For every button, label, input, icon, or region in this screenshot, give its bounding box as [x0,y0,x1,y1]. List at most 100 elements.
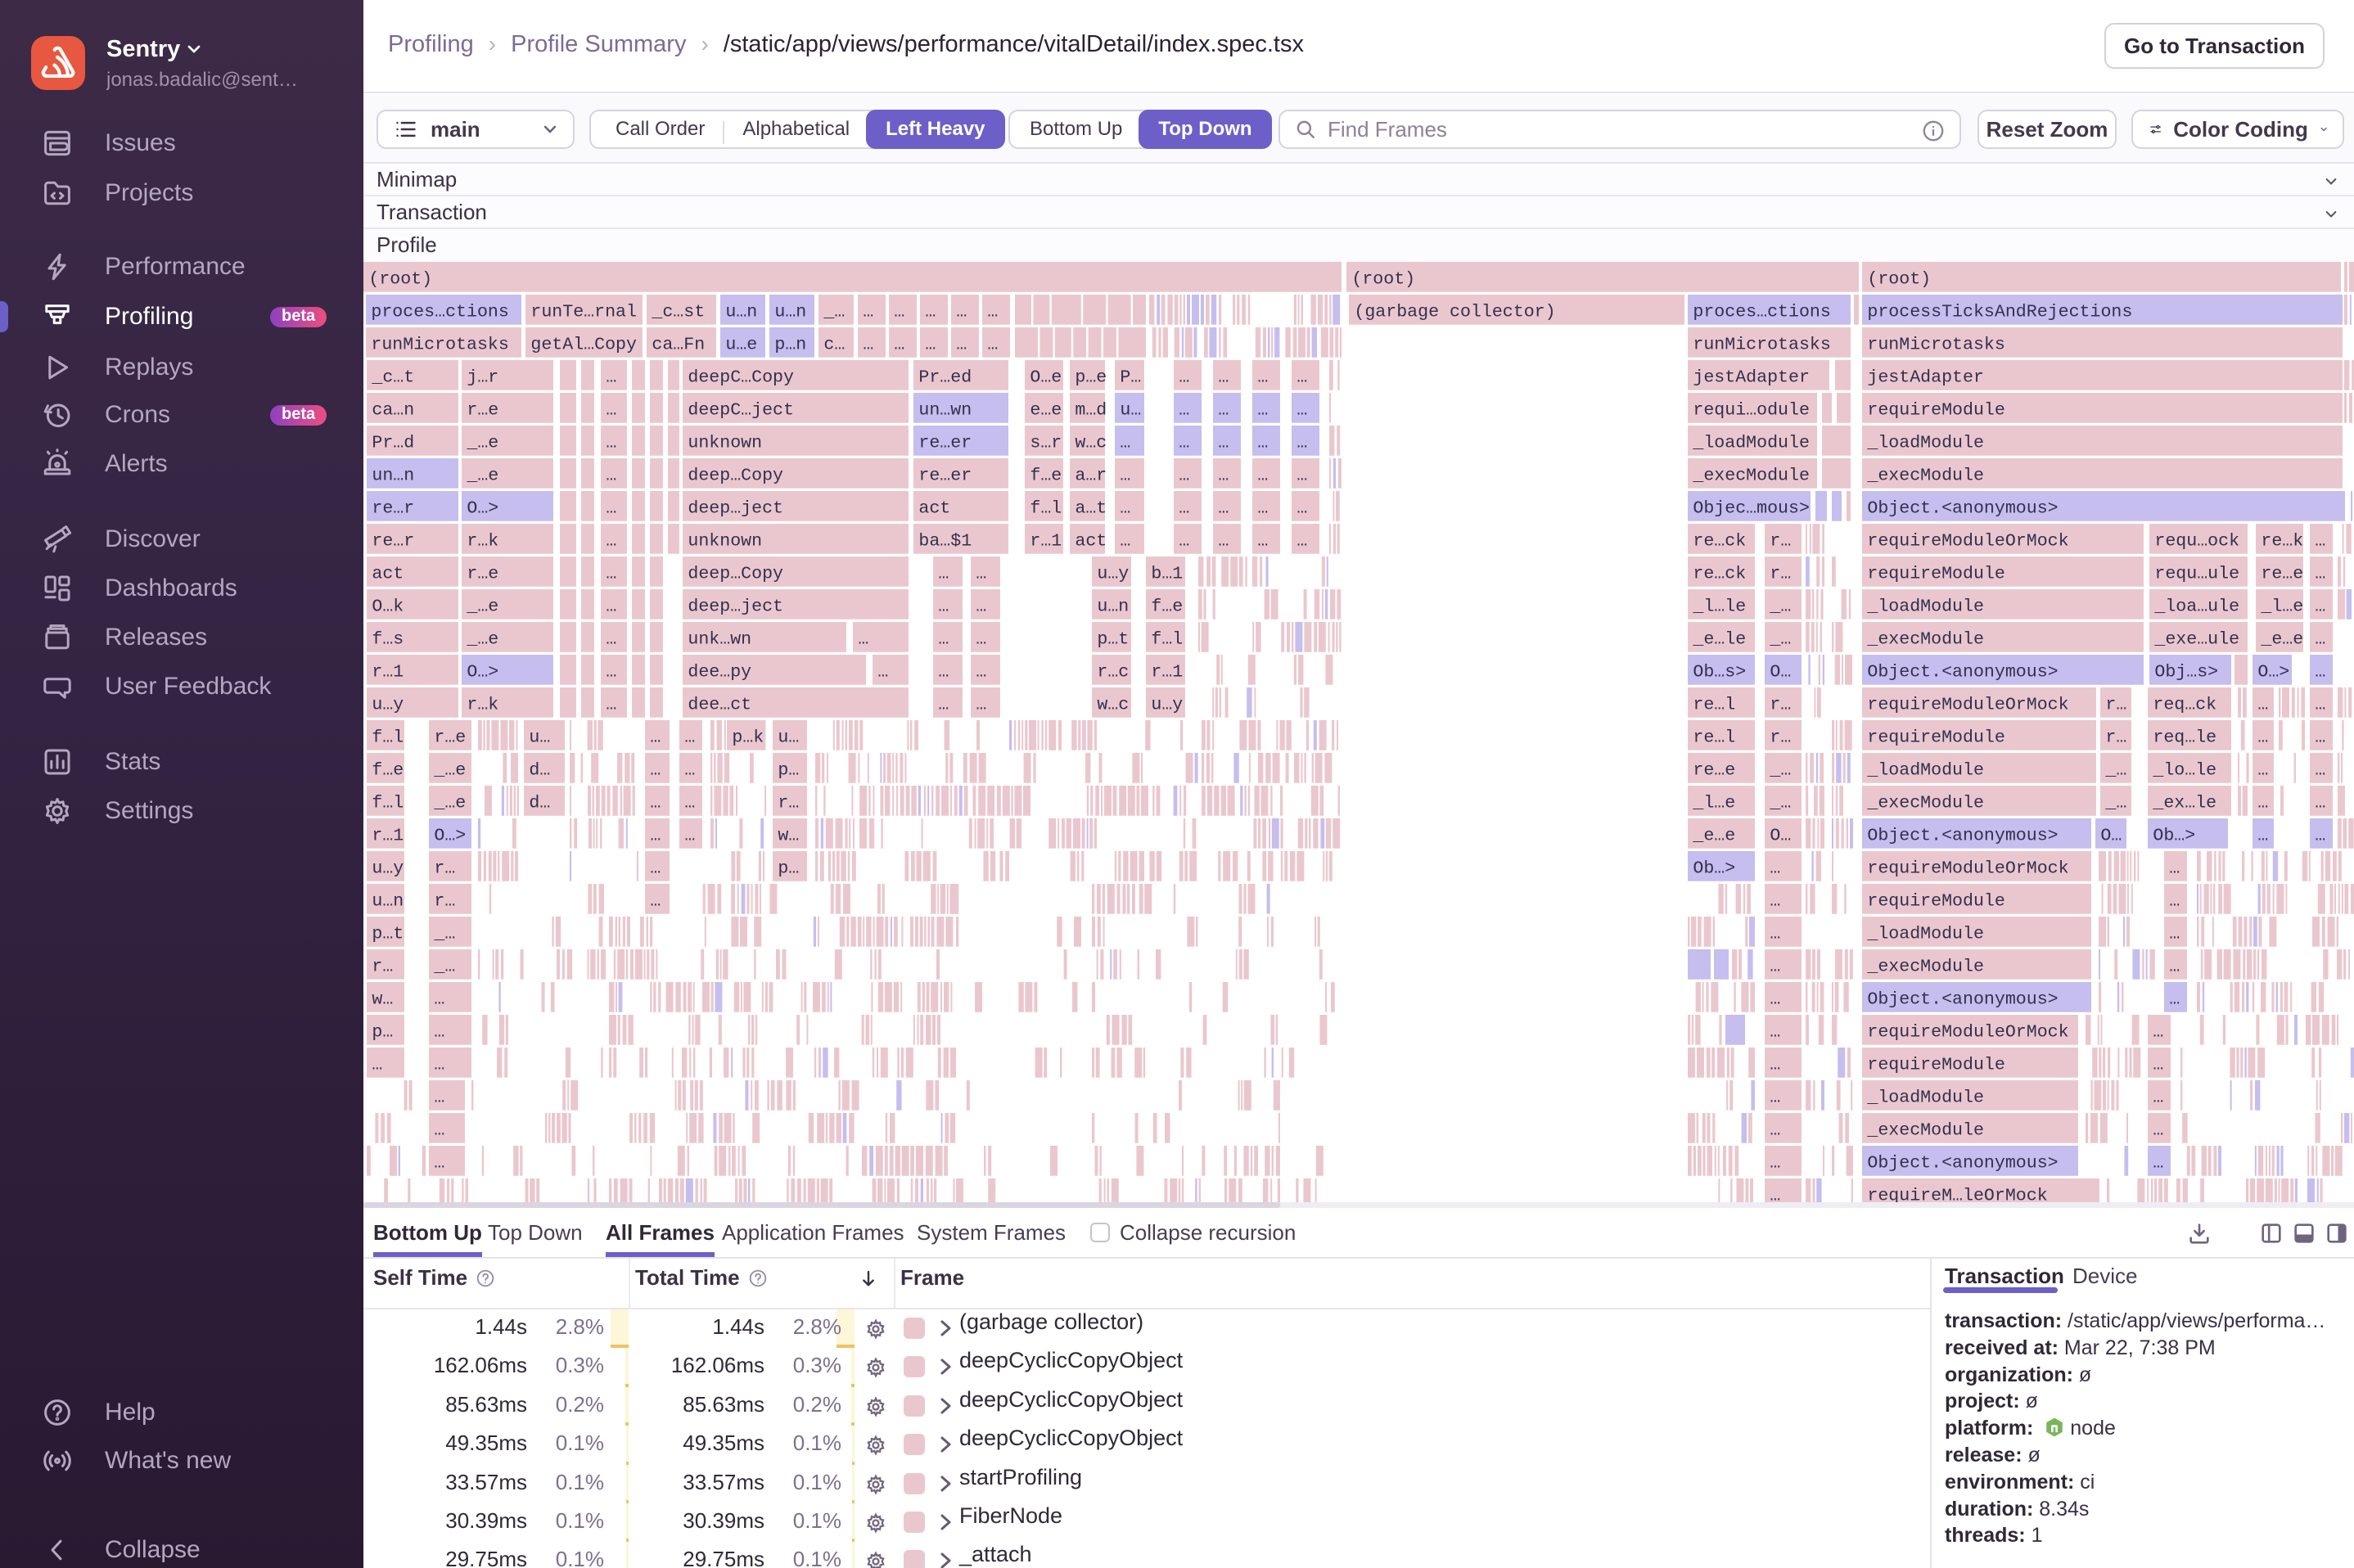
svg-text:…: … [1218,400,1229,420]
svg-text:r…: r… [1770,564,1791,583]
svg-text:…: … [1297,367,1307,387]
svg-text:re…er: re…er [918,466,972,485]
svg-text:d…: d… [529,793,550,813]
svg-text:r…: r… [1770,695,1791,714]
svg-text:…: … [1297,400,1307,420]
svg-text:…: … [434,1120,444,1140]
svg-text:b…1: b…1 [1151,564,1183,583]
svg-text:…: … [684,826,695,845]
svg-text:…: … [1179,367,1189,387]
svg-text:…: … [2153,1120,2163,1140]
svg-text:r…: r… [1770,531,1791,551]
svg-text:…: … [606,662,616,682]
svg-text:r…1: r…1 [372,826,404,845]
svg-text:…: … [684,728,695,747]
svg-text:…: … [2169,957,2180,976]
svg-text:…: … [606,564,616,583]
svg-text:u…y: u…y [1151,695,1183,714]
svg-text:u…y: u…y [1097,564,1129,583]
svg-text:…: … [956,302,967,322]
svg-text:…: … [2257,826,2268,845]
svg-text:u…: u… [1120,400,1141,420]
svg-text:f…l: f…l [372,793,404,813]
svg-text:…: … [606,367,616,387]
svg-text:w…: w… [778,826,799,845]
svg-text:_loa…ule: _loa…ule [2153,597,2239,616]
svg-text:r…e: r…e [467,564,498,583]
svg-text:f…e: f…e [372,760,404,780]
svg-text:p…: p… [778,858,799,878]
svg-text:…: … [938,662,949,682]
svg-text:_execModule: _execModule [1692,466,1810,485]
svg-text:…: … [894,335,904,354]
svg-text:…: … [1179,531,1189,551]
svg-text:_…e: _…e [433,793,466,813]
svg-text:f…e: f…e [1030,466,1062,485]
svg-text:f…s: f…s [372,629,404,649]
svg-text:p…t: p…t [1097,629,1129,649]
svg-text:r…e: r…e [434,728,466,747]
svg-text:_…e: _…e [466,466,498,485]
svg-text:r…1: r…1 [1151,662,1183,682]
svg-text:Objec…mous>: Objec…mous> [1693,498,1810,518]
svg-text:unknown: unknown [688,531,762,551]
svg-text:P…: P… [1120,367,1141,387]
svg-text:requ…ule: requ…ule [2154,564,2239,583]
svg-text:_loadModule: _loadModule [1866,597,1984,616]
svg-text:u…e: u…e [725,335,757,354]
svg-text:r…: r… [434,858,455,878]
svg-text:u…n: u…n [372,891,404,911]
svg-text:…: … [2315,662,2325,682]
svg-text:O…: O… [1770,826,1791,845]
svg-text:_…: _… [433,924,455,944]
svg-text:re…ck: re…ck [1693,564,1746,583]
svg-text:re…e: re…e [2261,564,2303,583]
svg-text:act: act [372,564,404,583]
svg-text:O…e: O…e [1030,367,1062,387]
svg-text:jestAdapter: jestAdapter [1693,367,1810,387]
svg-text:_…: _… [2104,760,2126,780]
svg-text:…: … [606,433,616,453]
svg-text:deep…Copy: deep…Copy [688,466,783,485]
svg-text:…: … [2315,826,2325,845]
svg-text:(garbage collector): (garbage collector) [1354,302,1555,322]
svg-text:…: … [1257,531,1268,551]
svg-text:Object.<anonymous>: Object.<anonymous> [1867,662,2058,682]
svg-text:runTe…rnal: runTe…rnal [530,302,637,322]
svg-text:un…wn: un…wn [918,400,972,420]
svg-text:_loadModule: _loadModule [1692,433,1810,453]
svg-text:Ob…s>: Ob…s> [1693,662,1746,682]
svg-text:re…r: re…r [372,498,414,518]
svg-text:_…: _… [433,957,455,976]
svg-text:…: … [2315,728,2325,747]
svg-text:r…: r… [778,793,799,813]
svg-text:act: act [1075,531,1107,551]
svg-text:deep…ject: deep…ject [688,498,783,518]
svg-text:…: … [1218,531,1229,551]
svg-text:…: … [1257,433,1268,453]
svg-text:…: … [684,793,695,813]
svg-text:j…r: j…r [467,367,498,387]
svg-text:_…e: _…e [466,629,498,649]
svg-text:re…er: re…er [918,433,972,453]
svg-text:…: … [606,400,616,420]
svg-text:…: … [2257,760,2268,780]
svg-text:u…y: u…y [372,695,404,714]
svg-text:…: … [2169,891,2180,911]
svg-text:…: … [1120,498,1130,518]
svg-text:r…k: r…k [467,695,498,714]
svg-text:…: … [894,302,904,322]
svg-text:…: … [925,335,936,354]
svg-text:requireModuleOrMock: requireModuleOrMock [1867,531,2068,551]
svg-text:…: … [1179,466,1189,485]
svg-text:…: … [2315,695,2325,714]
svg-text:…: … [2315,793,2325,813]
svg-text:u…y: u…y [372,858,404,878]
svg-text:_exe…ule: _exe…ule [2153,629,2239,649]
svg-text:runMicrotasks: runMicrotasks [371,335,508,354]
svg-text:…: … [434,1088,444,1107]
svg-text:…: … [1770,1153,1780,1173]
svg-text:dee…ct: dee…ct [688,695,751,714]
svg-text:r…: r… [434,891,455,911]
svg-text:m…d: m…d [1075,400,1107,420]
